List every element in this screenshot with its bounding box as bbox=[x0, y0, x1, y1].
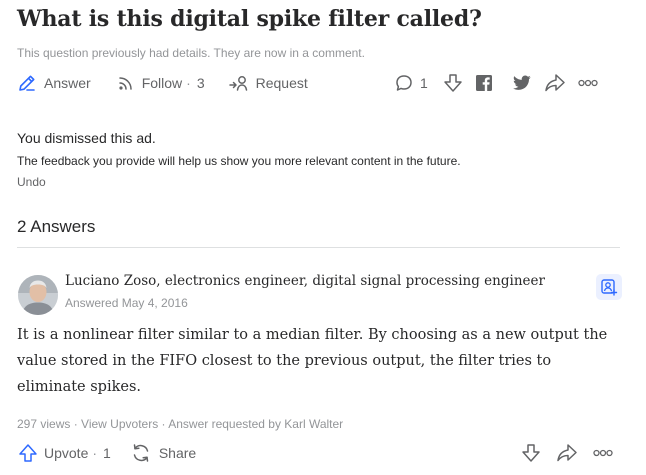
question-actions-left: Answer Follow · 3 Request bbox=[17, 72, 308, 94]
comment-button[interactable]: 1 bbox=[394, 73, 428, 93]
upvote-separator: · bbox=[92, 445, 98, 461]
more-dots-icon bbox=[593, 449, 613, 457]
follow-button[interactable]: Follow · 3 bbox=[117, 74, 205, 92]
comment-bubble-icon bbox=[394, 73, 414, 93]
upvote-label: Upvote bbox=[44, 445, 89, 461]
upvote-arrow-icon bbox=[17, 442, 39, 464]
follow-count: 3 bbox=[196, 75, 205, 91]
downvote-button[interactable] bbox=[442, 72, 464, 94]
question-title: What is this digital spike filter called… bbox=[17, 6, 482, 32]
answer-actions-left: Upvote · 1 Share bbox=[17, 442, 196, 464]
ad-dismissed-text: The feedback you provide will help us sh… bbox=[17, 154, 461, 168]
follow-rss-icon bbox=[117, 74, 135, 92]
answer-share-arrow-button[interactable] bbox=[556, 443, 578, 463]
answer-date[interactable]: Answered May 4, 2016 bbox=[65, 296, 188, 310]
ad-dismissed-title: You dismissed this ad. bbox=[17, 130, 156, 146]
follow-author-button[interactable] bbox=[596, 274, 622, 300]
downvote-arrow-icon bbox=[442, 72, 464, 94]
request-button[interactable]: Request bbox=[228, 74, 308, 92]
downvote-arrow-icon bbox=[520, 442, 542, 464]
answers-count-heading: 2 Answers bbox=[17, 217, 96, 236]
follow-user-icon bbox=[600, 278, 618, 296]
answer-actions-right bbox=[520, 442, 613, 464]
more-dots-icon bbox=[578, 79, 598, 87]
answer-line: value stored in the FIFO closest to the … bbox=[17, 353, 552, 369]
answer-line: It is a nonlinear filter similar to a me… bbox=[17, 327, 608, 343]
answers-divider bbox=[17, 247, 620, 248]
answer-requested-by[interactable]: Answer requested by Karl Walter bbox=[168, 417, 343, 431]
request-label: Request bbox=[255, 75, 308, 91]
twitter-icon bbox=[512, 75, 531, 91]
answer-views: 297 views bbox=[17, 417, 71, 431]
answer-share-button[interactable]: Share bbox=[131, 443, 196, 463]
answer-pencil-icon bbox=[17, 73, 37, 93]
answer-downvote-button[interactable] bbox=[520, 442, 542, 464]
twitter-share-button[interactable] bbox=[512, 75, 531, 91]
answer-line: eliminate spikes. bbox=[17, 379, 142, 395]
share-circular-icon bbox=[131, 443, 151, 463]
meta-separator: · bbox=[158, 417, 169, 431]
view-upvoters-link[interactable]: View Upvoters bbox=[81, 417, 158, 431]
answer-label: Answer bbox=[44, 75, 91, 91]
question-actions-right: 1 bbox=[394, 72, 598, 94]
facebook-icon bbox=[475, 74, 493, 92]
share-arrow-icon bbox=[544, 73, 566, 93]
answer-share-label: Share bbox=[158, 445, 197, 461]
follow-label: Follow bbox=[141, 75, 183, 91]
answer-button[interactable]: Answer bbox=[17, 73, 91, 93]
question-note: This question previously had details. Th… bbox=[17, 46, 365, 60]
answer-author[interactable]: Luciano Zoso, electronics engineer, digi… bbox=[65, 273, 545, 289]
answer-meta: 297 views · View Upvoters · Answer reque… bbox=[17, 417, 343, 431]
facebook-share-button[interactable] bbox=[475, 74, 493, 92]
answer-more-options-button[interactable] bbox=[593, 449, 613, 457]
author-avatar[interactable] bbox=[18, 275, 58, 315]
share-arrow-icon bbox=[556, 443, 578, 463]
request-person-icon bbox=[228, 74, 249, 92]
upvote-button[interactable]: Upvote · 1 bbox=[17, 442, 111, 464]
ad-undo-link[interactable]: Undo bbox=[17, 175, 46, 189]
follow-separator: · bbox=[186, 75, 191, 91]
upvote-count: 1 bbox=[103, 445, 111, 461]
more-options-button[interactable] bbox=[578, 79, 598, 87]
share-button[interactable] bbox=[544, 73, 566, 93]
meta-separator: · bbox=[70, 417, 82, 431]
comment-count: 1 bbox=[420, 75, 428, 91]
answer-body: It is a nonlinear filter similar to a me… bbox=[17, 322, 627, 400]
